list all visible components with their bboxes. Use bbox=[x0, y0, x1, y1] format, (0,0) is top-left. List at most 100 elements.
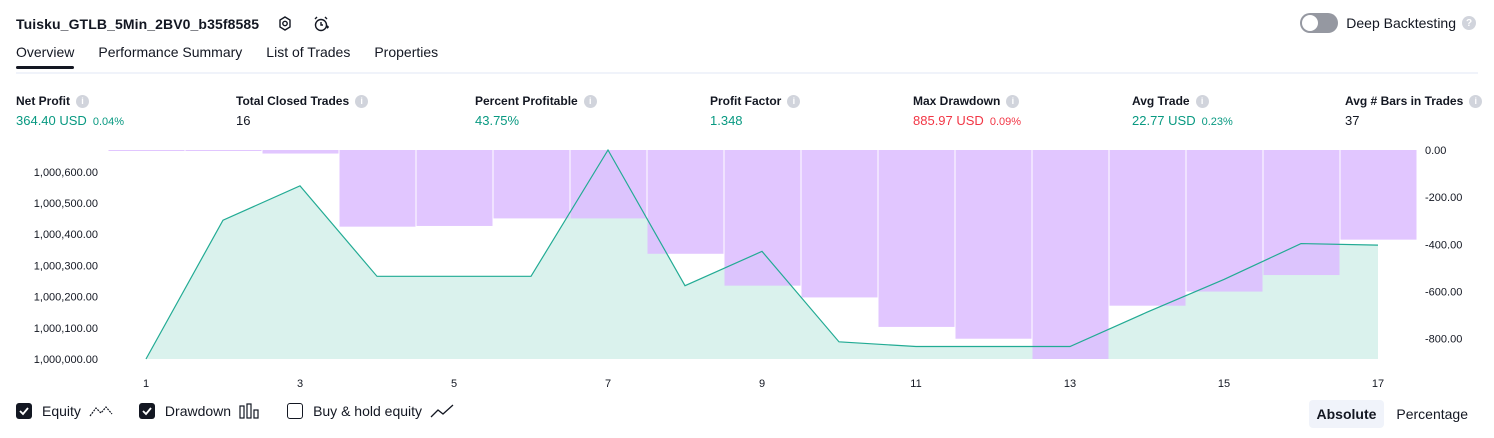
metric-percent-profitable: Percent Profitable i 43.75% bbox=[475, 94, 597, 128]
metric-label: Total Closed Trades bbox=[236, 94, 350, 108]
alarm-icon[interactable] bbox=[311, 14, 331, 34]
drawdown-bar bbox=[1340, 150, 1417, 240]
metric-value: 37 bbox=[1345, 113, 1360, 128]
metric-avg-bars-in-trades: Avg # Bars in Trades i 37 bbox=[1345, 94, 1483, 128]
x-axis-tick-label: 17 bbox=[1372, 378, 1384, 390]
metric-label: Avg # Bars in Trades bbox=[1345, 94, 1464, 108]
info-icon[interactable]: i bbox=[1006, 94, 1020, 108]
drawdown-bar bbox=[108, 150, 185, 151]
tab-properties[interactable]: Properties bbox=[374, 44, 438, 69]
drawdown-bar bbox=[339, 150, 416, 227]
metric-label: Percent Profitable bbox=[475, 94, 578, 108]
metric-profit-factor: Profit Factor i 1.348 bbox=[710, 94, 801, 128]
strategy-header: Tuisku_GTLB_5Min_2BV0_b35f8585 bbox=[16, 12, 331, 36]
drawdown-bar bbox=[570, 150, 647, 219]
line-chart-icon bbox=[430, 404, 454, 418]
drawdown-checkbox[interactable]: Drawdown bbox=[138, 403, 261, 419]
equity-checkbox[interactable]: Equity bbox=[16, 403, 113, 419]
metric-value: 1.348 bbox=[710, 113, 743, 128]
tab-performance-summary[interactable]: Performance Summary bbox=[98, 44, 242, 69]
metric-max-drawdown: Max Drawdown i 885.97 USD 0.09% bbox=[913, 94, 1021, 128]
info-icon[interactable]: i bbox=[76, 94, 89, 108]
metric-avg-trade: Avg Trade i 22.77 USD 0.23% bbox=[1132, 94, 1233, 128]
drawdown-bar bbox=[878, 150, 955, 327]
drawdown-bar bbox=[724, 150, 801, 286]
metric-value: 16 bbox=[236, 113, 251, 128]
checkbox-unchecked-icon bbox=[287, 403, 304, 419]
x-axis-tick-label: 1 bbox=[143, 378, 149, 390]
drawdown-bar bbox=[1032, 150, 1109, 359]
deep-backtesting-toggle[interactable] bbox=[1300, 13, 1339, 33]
x-axis-tick-label: 13 bbox=[1064, 378, 1076, 390]
left-axis-tick-label: 1,000,600.00 bbox=[34, 167, 98, 179]
right-axis-tick-label: -800.00 bbox=[1425, 334, 1462, 346]
left-axis-tick-label: 1,000,000.00 bbox=[34, 354, 98, 366]
buy-hold-checkbox[interactable]: Buy & hold equity bbox=[287, 403, 454, 419]
info-icon[interactable]: i bbox=[583, 94, 597, 108]
deep-backtesting-control: Deep Backtesting ? bbox=[1300, 13, 1476, 33]
absolute-mode-button[interactable]: Absolute bbox=[1308, 400, 1385, 428]
drawdown-bar bbox=[416, 150, 493, 226]
deep-backtesting-label: Deep Backtesting bbox=[1346, 15, 1456, 31]
info-icon[interactable]: i bbox=[355, 94, 369, 108]
tab-divider bbox=[16, 72, 1478, 74]
bar-chart-icon bbox=[239, 403, 261, 419]
equity-drawdown-chart[interactable]: 1,000,600.00 1,000,500.00 1,000,400.00 1,00… bbox=[0, 138, 1494, 398]
left-axis-tick-label: 1,000,500.00 bbox=[34, 198, 98, 210]
metrics-row: Net Profit i 364.40 USD 0.04% Total Closed… bbox=[0, 94, 1494, 134]
line-chart-icon bbox=[89, 404, 113, 418]
metric-value: 43.75% bbox=[475, 113, 520, 128]
metric-label: Avg Trade bbox=[1132, 94, 1190, 108]
metric-label: Profit Factor bbox=[710, 94, 782, 108]
drawdown-label: Drawdown bbox=[164, 403, 232, 419]
metric-value: 364.40 USD bbox=[16, 113, 87, 128]
drawdown-bar bbox=[955, 150, 1032, 339]
right-axis-tick-label: -400.00 bbox=[1425, 239, 1462, 251]
info-icon[interactable]: i bbox=[1195, 94, 1209, 108]
x-axis-tick-label: 15 bbox=[1218, 378, 1230, 390]
info-icon[interactable]: i bbox=[1469, 94, 1483, 108]
checkbox-checked-icon bbox=[138, 403, 155, 419]
help-icon[interactable]: ? bbox=[1462, 16, 1476, 30]
metric-label: Net Profit bbox=[16, 94, 70, 108]
left-axis-tick-label: 1,000,100.00 bbox=[34, 323, 98, 335]
drawdown-bar bbox=[493, 150, 570, 219]
left-axis-tick-label: 1,000,400.00 bbox=[34, 229, 98, 241]
metric-value: 885.97 USD bbox=[913, 113, 984, 128]
metric-percent: 0.09% bbox=[989, 116, 1022, 128]
metric-percent: 0.04% bbox=[92, 116, 125, 128]
metric-label: Max Drawdown bbox=[913, 94, 1001, 108]
drawdown-bar bbox=[1186, 150, 1263, 292]
checkbox-checked-icon bbox=[16, 403, 32, 419]
drawdown-bar bbox=[647, 150, 724, 254]
tab-list-of-trades[interactable]: List of Trades bbox=[266, 44, 350, 69]
right-axis-tick-label: -200.00 bbox=[1425, 192, 1462, 204]
metric-net-profit: Net Profit i 364.40 USD 0.04% bbox=[16, 94, 124, 128]
left-axis-tick-label: 1,000,300.00 bbox=[34, 260, 98, 272]
settings-icon[interactable] bbox=[275, 14, 295, 34]
drawdown-bar bbox=[262, 150, 339, 154]
x-axis-tick-label: 9 bbox=[759, 378, 765, 390]
metric-percent: 0.23% bbox=[1201, 116, 1233, 128]
tab-overview[interactable]: Overview bbox=[16, 44, 75, 69]
metric-total-closed-trades: Total Closed Trades i 16 bbox=[236, 94, 369, 128]
buy-hold-label: Buy & hold equity bbox=[313, 403, 423, 419]
drawdown-bar bbox=[801, 150, 878, 298]
strategy-name: Tuisku_GTLB_5Min_2BV0_b35f8585 bbox=[16, 16, 260, 32]
metric-value: 22.77 USD bbox=[1132, 113, 1196, 128]
info-icon[interactable]: i bbox=[787, 94, 801, 108]
chart-legend: Equity Drawdown Buy & hold equity bbox=[16, 403, 480, 419]
drawdown-bar bbox=[185, 150, 262, 151]
x-axis-tick-label: 7 bbox=[605, 378, 611, 390]
x-axis-tick-label: 5 bbox=[451, 378, 457, 390]
value-mode-switch: Absolute Percentage bbox=[1305, 400, 1477, 428]
left-axis-tick-label: 1,000,200.00 bbox=[34, 292, 98, 304]
equity-label: Equity bbox=[42, 403, 81, 419]
right-axis-tick-label: -600.00 bbox=[1425, 287, 1462, 299]
x-axis-tick-label: 3 bbox=[297, 378, 303, 390]
tab-bar: Overview Performance Summary List of Tra… bbox=[16, 44, 462, 69]
x-axis-tick-label: 11 bbox=[910, 378, 921, 390]
percentage-mode-button[interactable]: Percentage bbox=[1388, 400, 1476, 428]
drawdown-bar bbox=[1109, 150, 1186, 306]
right-axis-tick-label: 0.00 bbox=[1425, 145, 1446, 157]
